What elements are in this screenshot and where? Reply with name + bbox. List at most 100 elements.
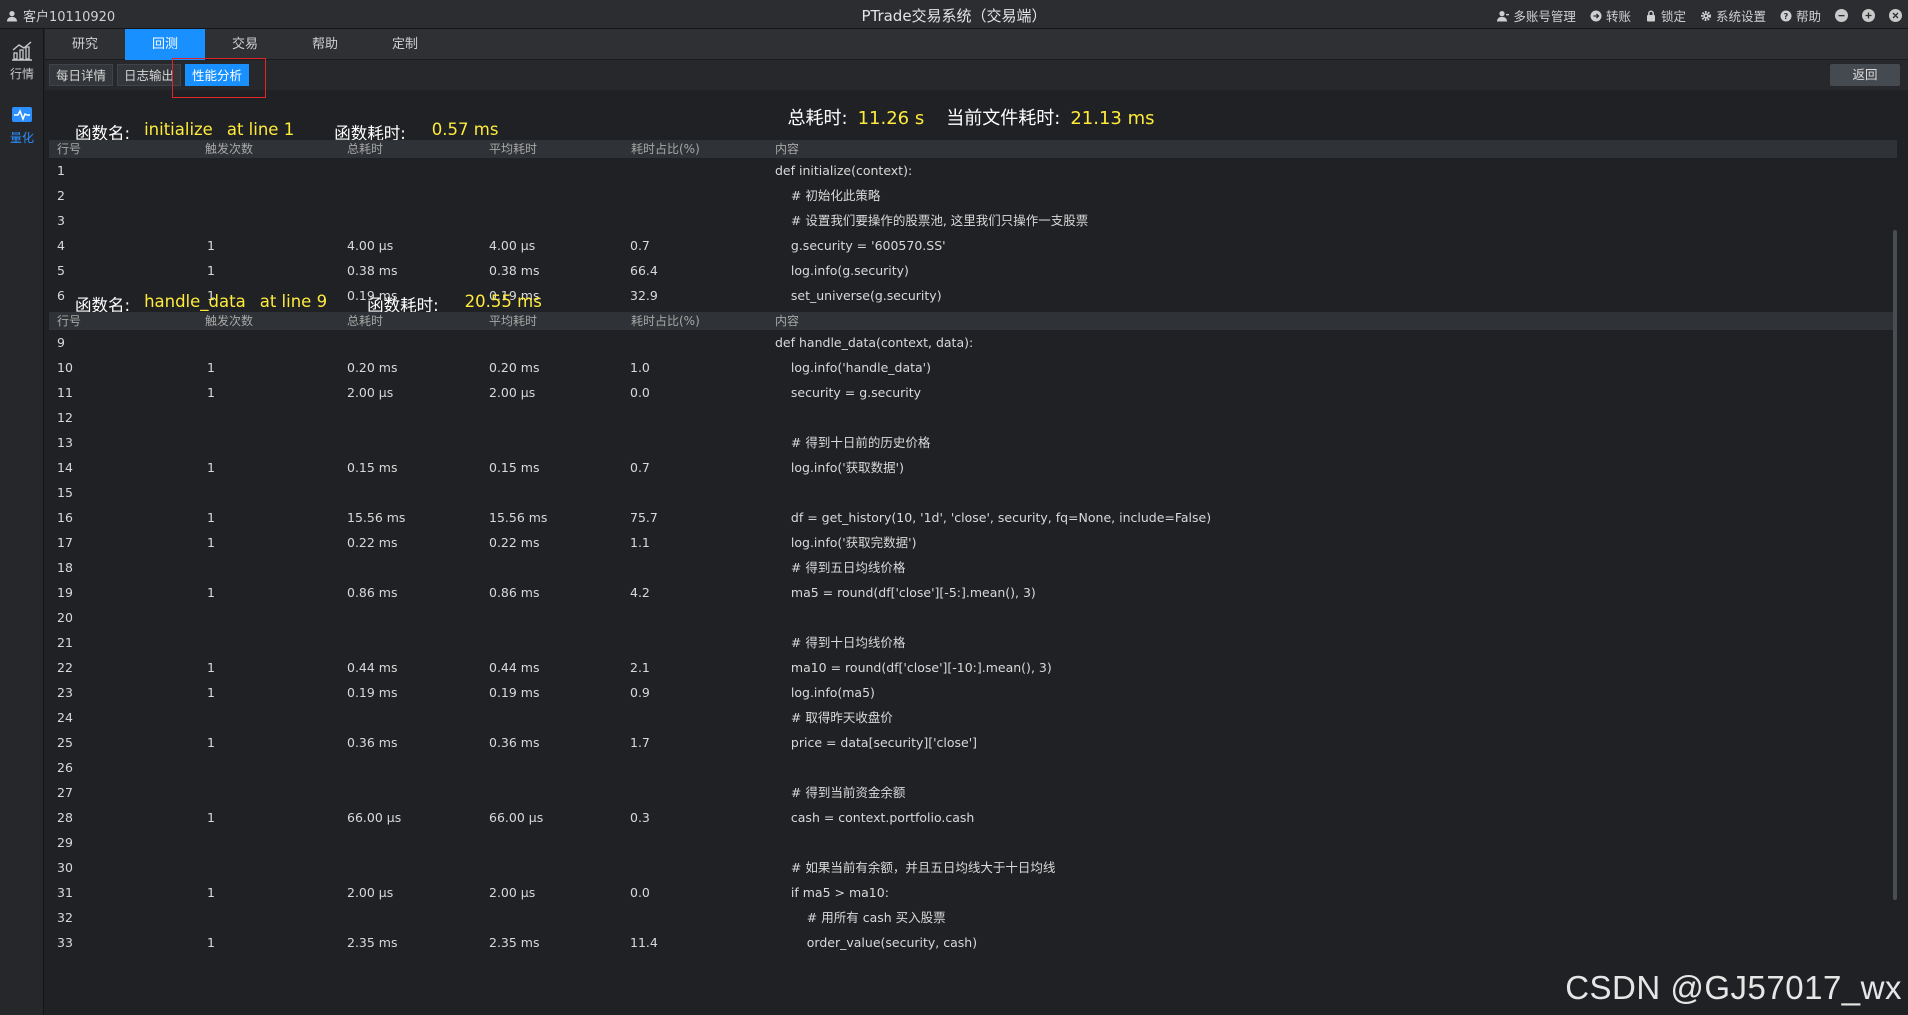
cell-code: # 得到当前资金余额 [775,785,906,800]
cell-total: 0.86 ms [347,585,398,600]
cell-total: 0.22 ms [347,535,398,550]
cell-pct: 4.2 [630,585,650,600]
column-header: 耗时占比(%) [631,142,700,156]
table-row: 1 def initialize(context): [49,158,1897,183]
help-button[interactable]: ? 帮助 [1780,6,1821,25]
sidebar-item-market[interactable]: 行情 [0,29,44,93]
cell-code: ma10 = round(df['close'][-10:].mean(), 3… [775,660,1052,675]
minimize-button[interactable] [1835,9,1848,22]
cell-line: 32 [57,910,73,925]
cell-code: cash = context.portfolio.cash [775,810,975,825]
svg-text:?: ? [1784,12,1789,21]
transfer-button[interactable]: 转账 [1590,6,1631,25]
cell-hits: 1 [207,735,215,750]
cell-pct: 0.7 [630,238,650,253]
performance-analysis-button[interactable]: 性能分析 [185,64,250,86]
cell-pct: 75.7 [630,510,658,525]
cell-code: ma5 = round(df['close'][-5:].mean(), 3) [775,585,1036,600]
cell-code: # 初始化此策略 [775,188,881,203]
cell-pct: 1.1 [630,535,650,550]
cell-avg: 2.35 ms [489,935,540,950]
cell-line: 10 [57,360,73,375]
vertical-scrollbar[interactable] [1893,230,1897,900]
cell-hits: 1 [207,885,215,900]
cell-total: 0.38 ms [347,263,398,278]
table-row: 24 # 取得昨天收盘价 [49,705,1897,730]
cell-hits: 1 [207,660,215,675]
cell-line: 1 [57,163,65,178]
lock-label: 锁定 [1660,9,1686,24]
table-row: 33 1 2.35 ms 2.35 ms 11.4 order_value(securi… [49,930,1897,955]
cell-avg: 66.00 μs [489,810,544,825]
table-row: 21 # 得到十日均线价格 [49,630,1897,655]
daily-detail-button[interactable]: 每日详情 [49,64,114,86]
total-time-label: 总耗时: [787,108,848,129]
cell-total: 0.44 ms [347,660,398,675]
cell-code: def handle_data(context, data): [775,335,974,350]
sidebar-item-quant[interactable]: 量化 [0,93,44,157]
transfer-label: 转账 [1605,9,1631,24]
chart-icon [12,41,32,61]
back-button[interactable]: 返回 [1830,64,1900,86]
cell-code: log.info(ma5) [775,685,875,700]
minus-icon [1838,15,1845,17]
cell-hits: 1 [207,810,215,825]
cell-line: 2 [57,188,65,203]
table-row: 15 [49,480,1897,505]
cell-total: 2.35 ms [347,935,398,950]
log-output-button[interactable]: 日志输出 [117,64,182,86]
tab-research[interactable]: 研究 [45,29,125,60]
cell-hits: 1 [207,685,215,700]
cell-line: 19 [57,585,73,600]
table-row: 14 1 0.15 ms 0.15 ms 0.7 log.info('获取数据') [49,455,1897,480]
cell-code: g.security = '600570.SS' [775,238,946,253]
cell-hits: 1 [207,585,215,600]
sidebar-item-label: 量化 [9,131,34,145]
tab-trade[interactable]: 交易 [205,29,285,60]
cell-code: if ma5 > ma10: [775,885,889,900]
table-row: 9 def handle_data(context, data): [49,330,1897,355]
cell-line: 16 [57,510,73,525]
cell-total: 2.00 μs [347,885,394,900]
cell-code: order_value(security, cash) [775,935,978,950]
cell-pct: 0.7 [630,460,650,475]
cell-total: 0.20 ms [347,360,398,375]
cell-line: 15 [57,485,73,500]
cell-code: log.info(g.security) [775,263,909,278]
cell-line: 14 [57,460,73,475]
cell-line: 3 [57,213,65,228]
tab-help[interactable]: 帮助 [285,29,365,60]
table-row: 26 [49,755,1897,780]
cell-code: log.info('handle_data') [775,360,931,375]
cell-avg: 0.36 ms [489,735,540,750]
column-header: 行号 [57,314,82,328]
cell-line: 31 [57,885,73,900]
close-icon [1892,12,1899,19]
restore-button[interactable] [1862,9,1875,22]
table-row: 19 1 0.86 ms 0.86 ms 4.2 ma5 = round(df['clo… [49,580,1897,605]
cell-pct: 2.1 [630,660,650,675]
cell-code: def initialize(context): [775,163,913,178]
multi-account-button[interactable]: 多账号管理 [1497,6,1576,25]
column-header: 触发次数 [205,314,254,328]
total-time-value: 11.26 s [857,108,925,129]
tab-backtest[interactable]: 回测 [125,29,205,60]
table-row: 10 1 0.20 ms 0.20 ms 1.0 log.info('handle_da… [49,355,1897,380]
cell-code: # 得到五日均线价格 [775,560,906,575]
lock-button[interactable]: 锁定 [1645,6,1686,25]
client-id: 客户10110920 [23,10,116,25]
gear-icon [1700,10,1711,21]
close-button[interactable] [1889,9,1902,22]
cell-pct: 66.4 [630,263,658,278]
settings-button[interactable]: 系统设置 [1700,6,1766,25]
cell-avg: 0.44 ms [489,660,540,675]
cell-code: log.info('获取数据') [775,460,904,475]
table-row: 25 1 0.36 ms 0.36 ms 1.7 price = data[securi… [49,730,1897,755]
help-icon: ? [1780,10,1792,21]
title-bar: 客户10110920 PTrade交易系统（交易端） 多账号管理 转账 锁定 系… [0,0,1908,29]
file-time-label: 当前文件耗时: [946,108,1061,129]
column-header: 总耗时 [347,142,384,156]
tab-custom[interactable]: 定制 [365,29,445,60]
title-menu: 多账号管理 转账 锁定 系统设置 ? 帮助 [1497,6,1902,25]
cell-pct: 32.9 [630,288,658,303]
